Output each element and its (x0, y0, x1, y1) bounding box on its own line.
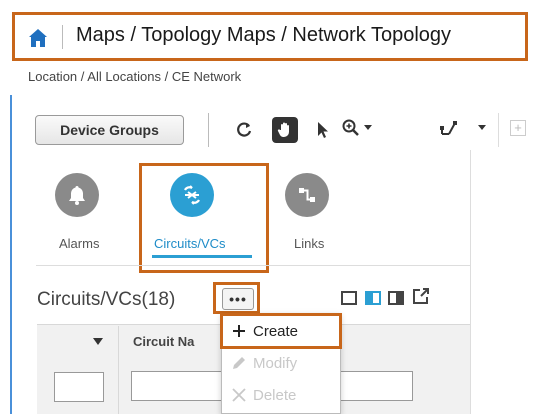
pan-hand-icon[interactable] (272, 117, 298, 143)
zoom-icon[interactable] (340, 117, 362, 139)
header-divider (62, 25, 63, 49)
chevron-down-icon[interactable] (478, 125, 486, 130)
popout-icon[interactable] (411, 286, 431, 306)
breadcrumb[interactable]: Location / All Locations / CE Network (28, 69, 241, 84)
menu-item-modify[interactable]: Modify (222, 348, 342, 378)
section-title: Circuits/VCs(18) (37, 289, 176, 310)
half-view-icon[interactable] (388, 291, 404, 305)
page-title: Maps / Topology Maps / Network Topology (76, 24, 452, 46)
menu-item-label: Delete (253, 386, 297, 404)
tabs-divider (36, 265, 470, 266)
panel-border (10, 95, 12, 414)
home-icon[interactable] (26, 26, 50, 50)
link-icon[interactable] (285, 173, 329, 217)
tab-alarms-label[interactable]: Alarms (59, 236, 99, 251)
filter-input[interactable] (54, 372, 104, 402)
add-box-icon[interactable]: + (510, 120, 526, 136)
chevron-down-icon[interactable] (93, 338, 103, 345)
create-item-highlight (220, 313, 342, 349)
single-pane-view-icon[interactable] (341, 291, 357, 305)
pane-divider (470, 150, 471, 414)
refresh-icon[interactable] (233, 119, 255, 141)
column-header-circuit-name[interactable]: Circuit Na (133, 334, 194, 349)
pointer-icon[interactable] (312, 119, 334, 141)
split-view-icon[interactable] (365, 291, 381, 305)
bell-icon[interactable] (55, 173, 99, 217)
x-icon (230, 388, 248, 402)
toolbar-divider (208, 113, 209, 147)
layout-icon[interactable] (438, 117, 460, 139)
tab-highlight-box (139, 163, 269, 273)
menu-item-label: Modify (253, 354, 298, 372)
toolbar-divider (498, 113, 499, 147)
more-button-highlight (213, 282, 260, 314)
menu-item-delete[interactable]: Delete (222, 380, 342, 410)
tab-links-label[interactable]: Links (294, 236, 324, 251)
pencil-icon (230, 355, 248, 371)
column-divider (118, 326, 119, 414)
chevron-down-icon[interactable] (364, 125, 372, 130)
device-groups-button[interactable]: Device Groups (35, 115, 184, 145)
